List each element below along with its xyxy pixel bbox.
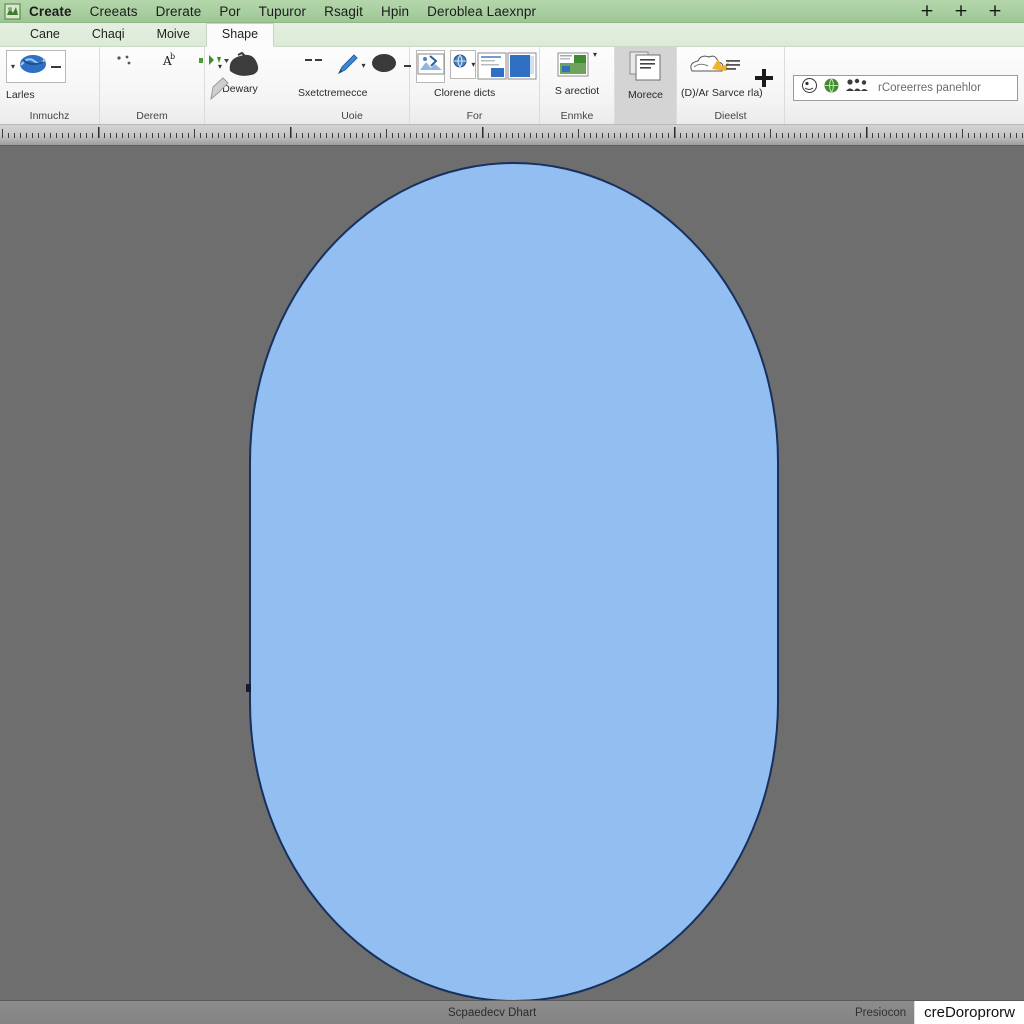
ribbon-button-label-morece: Morece — [627, 89, 663, 101]
ribbon-tab-bar: Cane Chaqi Moive Shape — [0, 23, 1024, 47]
ribbon-group-caption-dewary — [211, 110, 289, 123]
drawing-canvas[interactable] — [0, 146, 1024, 1000]
ribbon-group-items: Morece — [621, 50, 670, 122]
ribbon-button-letter-a[interactable]: A b — [156, 50, 182, 77]
ribbon-button-sarectiot[interactable]: ▾ S arectiot — [552, 50, 602, 98]
ribbon-group-caption-1: Derem — [136, 110, 168, 122]
tab-chaqi[interactable]: Chaqi — [76, 23, 141, 46]
status-bar-right: Presiocon creDoroprorw — [855, 1001, 1024, 1024]
ribbon-group-uoie: ▾ Uoie Sxetctremecce — [295, 47, 411, 124]
ribbon-group-dieelst: Dieelst (D)/Ar Sarvce rla) — [677, 47, 785, 124]
ribbon-group-items: ▾ — [416, 50, 537, 110]
svg-text:b: b — [170, 52, 175, 61]
group-people-icon — [845, 77, 869, 98]
ribbon-button-blue-pen[interactable] — [335, 50, 361, 83]
chevron-down-icon: ▾ — [471, 59, 476, 69]
menu-item-0[interactable]: Create — [26, 0, 81, 23]
globe-small-icon — [451, 52, 469, 77]
status-bar-action-button[interactable]: creDoroprorw — [914, 1001, 1024, 1024]
ribbon-group-enmke: ▾ S arectiot Enmke — [540, 47, 615, 124]
rounded-oval-shape[interactable] — [249, 162, 779, 1000]
ribbon-group-items — [683, 50, 778, 110]
letter-a-icon: A b — [159, 51, 179, 76]
status-bar: Scpaedecv Dhart Presiocon creDoroprorw — [0, 1000, 1024, 1024]
ruler-ticks — [2, 127, 1023, 138]
resize-handle-left[interactable] — [246, 684, 251, 692]
ribbon-button-larles[interactable]: ▾ — [6, 50, 67, 83]
chevron-down-icon: ▾ — [11, 61, 16, 71]
ribbon-group-caption-0: Inmuchz — [29, 110, 70, 122]
ribbon-group-caption-5 — [621, 122, 670, 123]
ribbon-toolbar: ▾ Inmuchz Larles A b Derem ▾ Dewary ▾ Uo… — [0, 47, 1024, 125]
ribbon-group-items: ▾ — [301, 50, 411, 110]
close-button[interactable]: + — [978, 0, 1012, 22]
ribbon-group-inmuchz: ▾ Inmuchz Larles — [0, 47, 100, 124]
ribbon-button-dots-small[interactable] — [112, 50, 138, 77]
green-globe-icon — [823, 77, 840, 99]
tab-shape[interactable]: Shape — [205, 23, 275, 47]
ribbon-button-label-larles: Larles — [6, 89, 35, 101]
dark-oval-icon — [369, 51, 401, 80]
chevron-down-icon: ▾ — [218, 61, 223, 71]
ribbon-group-morece: Morece — [615, 47, 677, 124]
picture-tools-icon — [417, 52, 445, 81]
search-placeholder: rCoreerres panehlor — [878, 81, 981, 94]
maximize-button[interactable]: + — [944, 0, 978, 22]
ribbon-button-dash-pair[interactable] — [301, 50, 327, 77]
menu-item-4[interactable]: Tupuror — [250, 0, 315, 23]
ribbon-search-area: rCoreerres panehlor — [785, 47, 1024, 124]
application-window: Create Creeats Drerate Por Tupuror Rsagi… — [0, 0, 1024, 1024]
ribbon-button-label-clorene-dicts: Clorene dicts — [434, 87, 496, 99]
blue-pen-icon — [335, 51, 361, 82]
ribbon-group-derem: A b Derem — [100, 47, 229, 124]
ribbon-group-caption-2: Uoie — [341, 110, 363, 122]
dash-pair-icon — [303, 51, 325, 76]
search-input[interactable]: rCoreerres panehlor — [793, 74, 1018, 101]
ribbon-group-items: ▾ — [6, 50, 93, 110]
ribbon-button-globe-small[interactable]: ▾ — [450, 50, 477, 79]
tab-moive[interactable]: Moive — [141, 23, 206, 46]
app-logo-icon — [4, 3, 21, 20]
ribbon-group-caption-4: Enmke — [560, 110, 594, 122]
ribbon-group-items: ▾ S arectiot — [546, 50, 608, 110]
menu-item-1[interactable]: Creeats — [81, 0, 147, 23]
pen-nib-icon — [207, 73, 233, 108]
chevron-down-icon: ▾ — [592, 50, 597, 59]
minimize-button[interactable]: + — [910, 0, 944, 22]
ribbon-group-items: A b — [106, 50, 229, 110]
menu-item-2[interactable]: Drerate — [147, 0, 211, 23]
ribbon-button-label-ar-sarvce: (D)/Ar Sarvce rla) — [681, 87, 763, 99]
menu-item-7[interactable]: Deroblea Laexnpr — [418, 0, 545, 23]
scribble-blue-icon — [18, 53, 48, 80]
menu-bar: Create Creeats Drerate Por Tupuror Rsagi… — [0, 0, 1024, 23]
ribbon-button-label-sarectiot: S arectiot — [554, 85, 600, 97]
ribbon-button-label-sxetctremecce: Sxetctremecce — [298, 87, 368, 99]
ribbon-button-picture-tools[interactable] — [416, 50, 446, 83]
cloud-burst-icon — [686, 51, 744, 86]
tab-cane[interactable]: Cane — [14, 23, 76, 46]
menu-item-5[interactable]: Rsagit — [315, 0, 372, 23]
status-bar-presiocon-label: Presiocon — [855, 1006, 907, 1019]
dots-small-icon — [114, 51, 136, 76]
menu-item-6[interactable]: Hpin — [372, 0, 418, 23]
menu-item-3[interactable]: Por — [210, 0, 249, 23]
chevron-down-icon: ▾ — [361, 60, 366, 70]
ribbon-button-ar-sarvce[interactable] — [683, 50, 746, 87]
status-bar-document-label: Scpaedecv Dhart — [448, 1006, 537, 1019]
chart-window-icon — [557, 51, 591, 84]
circle-outline-icon — [801, 77, 818, 99]
ribbon-group-for: ▾ For Clorene dicts — [410, 47, 540, 124]
ribbon-group-dewary: ▾ Dewary — [205, 47, 295, 124]
ribbon-group-caption-6: Dieelst — [714, 110, 747, 122]
horizontal-ruler[interactable] — [0, 125, 1024, 146]
ribbon-group-caption-3: For — [466, 110, 483, 122]
document-page-icon — [628, 51, 664, 88]
window-controls: + + + — [910, 0, 1024, 22]
two-slides-icon — [477, 51, 537, 88]
ribbon-button-morece[interactable]: Morece — [625, 50, 667, 102]
ribbon-button-sxetctremecce[interactable]: ▾ — [362, 50, 411, 81]
ribbon-button-clorene-dicts[interactable] — [477, 50, 537, 89]
